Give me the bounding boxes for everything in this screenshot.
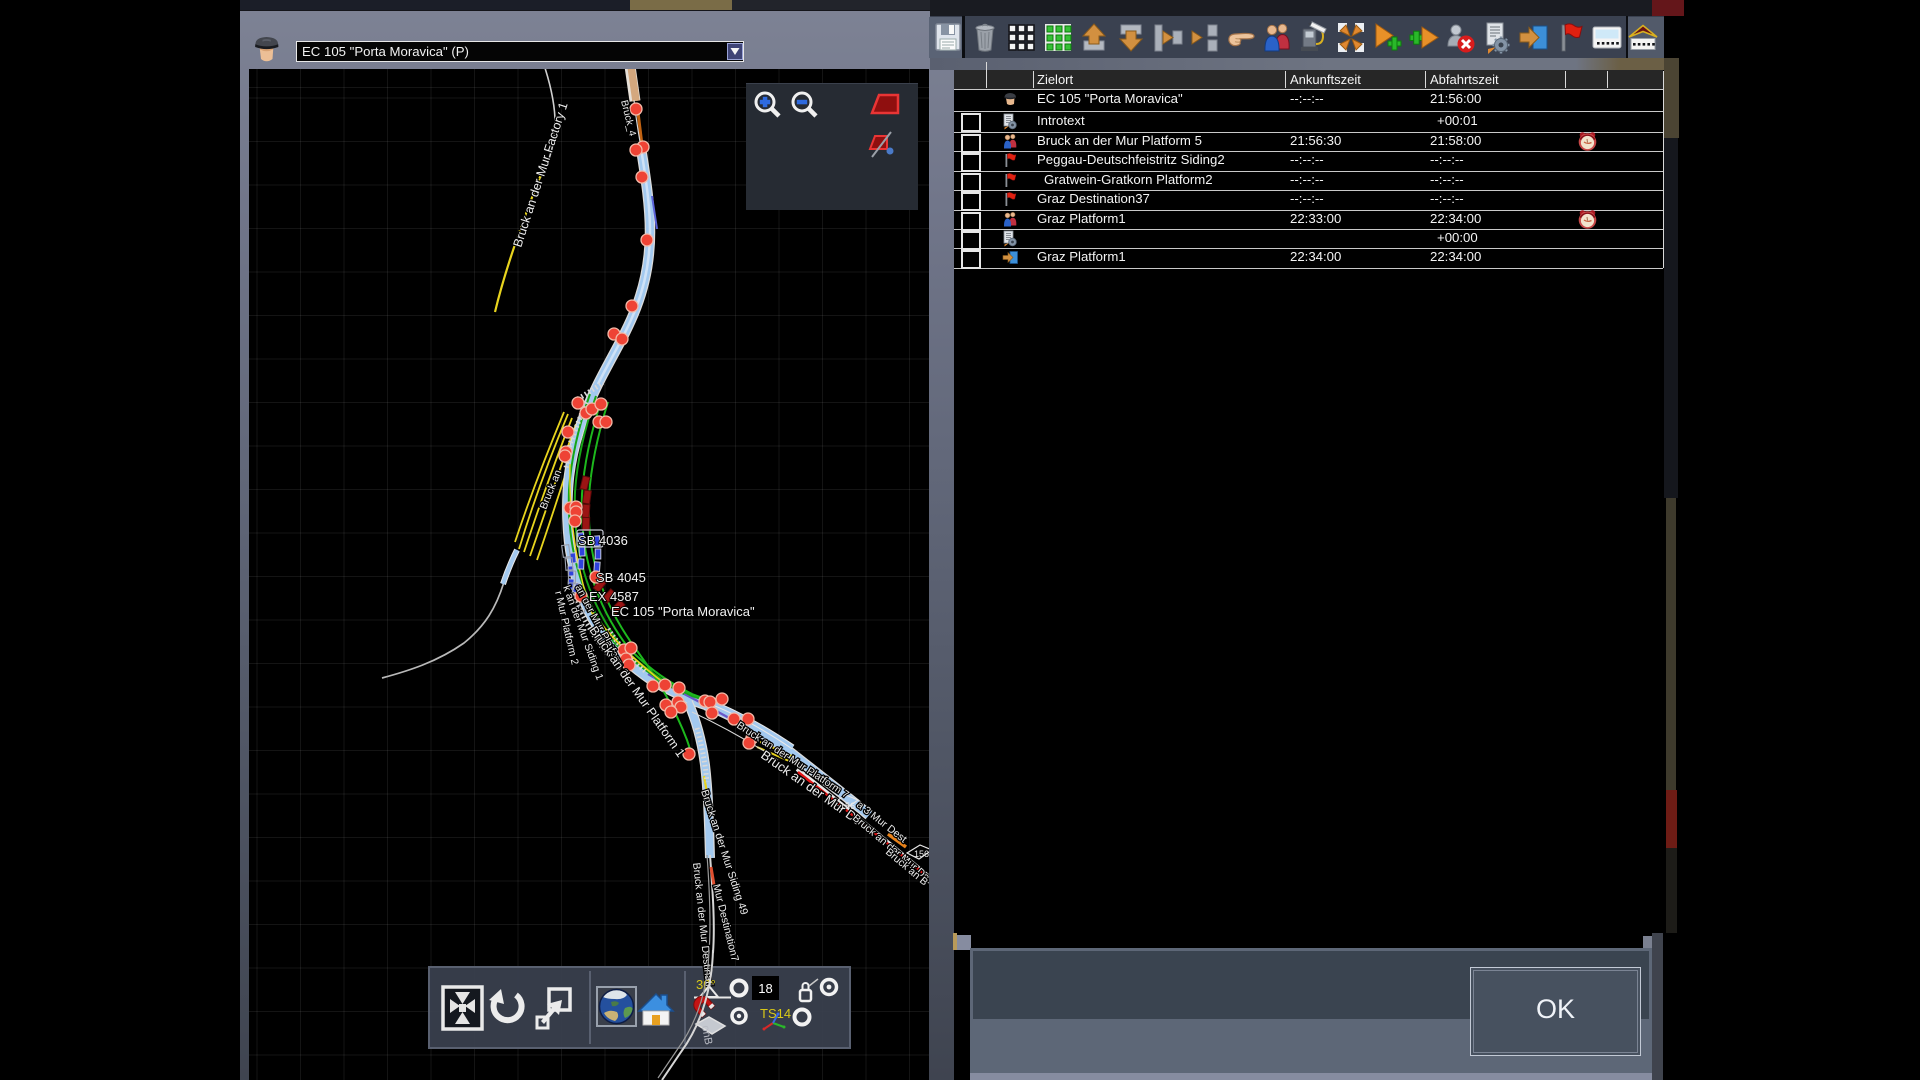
svg-text:Bruck an der Mur De: Bruck an der Mur De (758, 747, 865, 828)
svg-text:Bruck an der Mur Platform 7: Bruck an der Mur Platform 7 (734, 719, 851, 801)
svg-text:SB 4036: SB 4036 (578, 533, 628, 548)
svg-text:Bruck an der Mur Factory 1: Bruck an der Mur Factory 1 (511, 101, 571, 249)
svg-text:EC 105 "Porta Moravica": EC 105 "Porta Moravica" (611, 604, 755, 619)
svg-text:SB 4045: SB 4045 (596, 570, 646, 585)
svg-text:onB: onB (699, 1024, 714, 1045)
svg-text:156: 156 (914, 849, 929, 859)
svg-text:156: 156 (840, 801, 855, 811)
svg-text:EX 4587: EX 4587 (589, 589, 639, 604)
